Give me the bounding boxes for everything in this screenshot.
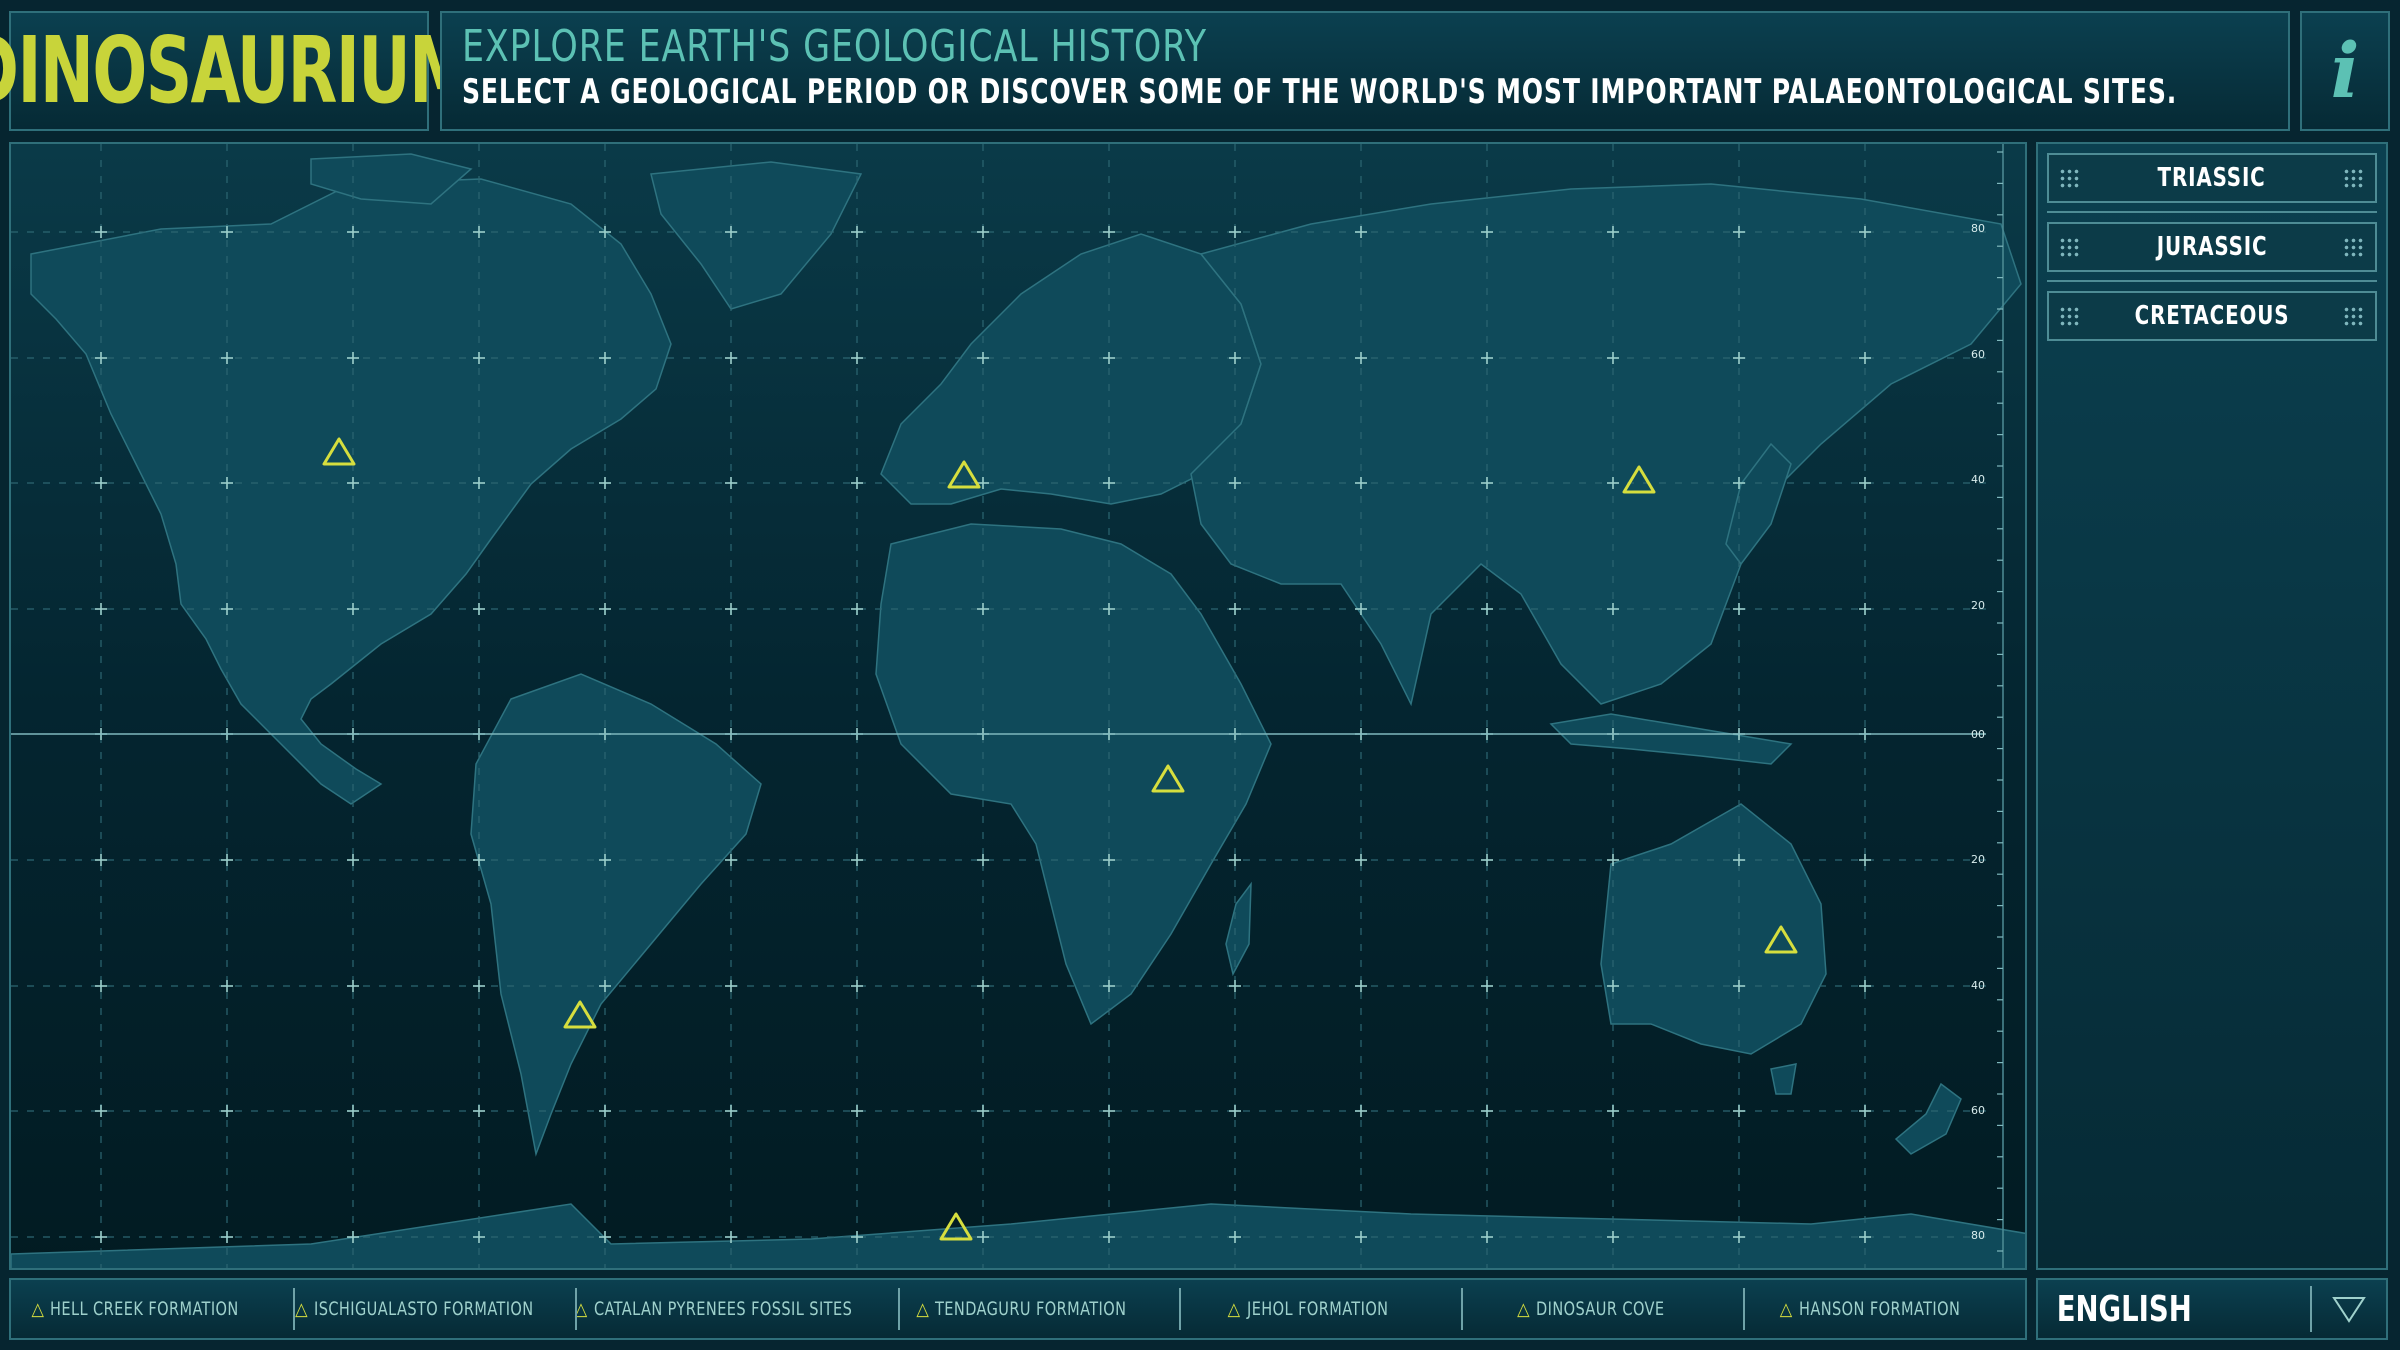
site-label: HELL CREEK FORMATION <box>50 1298 240 1320</box>
world-map[interactable]: 80 60 40 20 00 20 40 60 80 <box>9 142 2027 1270</box>
drag-handle-icon <box>2059 168 2081 190</box>
land-tasmania <box>1770 1063 1797 1095</box>
latitude-label: 00 <box>1971 728 1985 741</box>
latitude-label: 20 <box>1971 599 1985 612</box>
latitude-label: 80 <box>1971 222 1985 235</box>
drag-handle-icon <box>2343 306 2365 328</box>
latitude-label: 80 <box>1971 1229 1985 1242</box>
drag-handle-icon <box>2059 306 2081 328</box>
period-label: CRETACEOUS <box>2134 301 2290 331</box>
header-panel: EXPLORE EARTH'S GEOLOGICAL HISTORY SELEC… <box>440 11 2290 131</box>
site-link-jehol[interactable]: △ JEHOL FORMATION <box>1179 1280 1461 1338</box>
language-selector[interactable]: ENGLISH <box>2036 1278 2388 1340</box>
info-button[interactable]: i <box>2300 11 2390 131</box>
period-label: TRIASSIC <box>2157 163 2267 193</box>
divider <box>2047 280 2377 282</box>
triangle-outline-icon: △ <box>916 1298 930 1320</box>
latitude-label: 20 <box>1971 853 1985 866</box>
period-button-triassic[interactable]: TRIASSIC <box>2047 153 2377 203</box>
period-selector-panel: TRIASSIC JURASSIC CRETACEOUS <box>2036 142 2388 1270</box>
sites-bar: △ HELL CREEK FORMATION △ ISCHIGUALASTO F… <box>9 1278 2027 1340</box>
site-link-catalan-pyrenees[interactable]: △ CATALAN PYRENEES FOSSIL SITES <box>574 1280 898 1338</box>
triangle-outline-icon: △ <box>1227 1298 1241 1320</box>
period-label: JURASSIC <box>2156 232 2268 262</box>
dinosaurium-logo: DINOSAURIUM <box>0 17 474 124</box>
world-map-canvas: 80 60 40 20 00 20 40 60 80 <box>11 144 2025 1268</box>
site-label: ISCHIGUALASTO FORMATION <box>314 1298 534 1320</box>
triangle-outline-icon: △ <box>295 1298 309 1320</box>
latitude-label: 60 <box>1971 1104 1985 1117</box>
site-label: TENDAGURU FORMATION <box>935 1298 1127 1320</box>
page-title: EXPLORE EARTH'S GEOLOGICAL HISTORY <box>462 21 1207 72</box>
triangle-outline-icon: △ <box>574 1298 588 1320</box>
triangle-outline-icon: △ <box>31 1298 45 1320</box>
divider <box>2047 211 2377 213</box>
latitude-label: 40 <box>1971 473 1985 486</box>
triangle-outline-icon: △ <box>1779 1298 1793 1320</box>
site-link-tendaguru[interactable]: △ TENDAGURU FORMATION <box>897 1280 1180 1338</box>
period-button-cretaceous[interactable]: CRETACEOUS <box>2047 291 2377 341</box>
site-link-hanson[interactable]: △ HANSON FORMATION <box>1743 1280 2025 1338</box>
language-label: ENGLISH <box>2056 1288 2192 1330</box>
logo-panel: DINOSAURIUM <box>0 11 474 131</box>
latitude-label: 40 <box>1971 979 1985 992</box>
site-link-ischigualasto[interactable]: △ ISCHIGUALASTO FORMATION <box>292 1280 575 1338</box>
drag-handle-icon <box>2343 237 2365 259</box>
site-label: CATALAN PYRENEES FOSSIL SITES <box>593 1298 852 1320</box>
drag-handle-icon <box>2059 237 2081 259</box>
period-button-jurassic[interactable]: JURASSIC <box>2047 222 2377 272</box>
triangle-outline-icon: △ <box>1517 1298 1531 1320</box>
site-label: DINOSAUR COVE <box>1536 1298 1665 1320</box>
info-icon: i <box>2330 26 2360 115</box>
site-label: HANSON FORMATION <box>1798 1298 1960 1320</box>
site-label: JEHOL FORMATION <box>1246 1298 1389 1320</box>
chevron-down-icon[interactable] <box>2312 1295 2386 1323</box>
latitude-label: 60 <box>1971 348 1985 361</box>
drag-handle-icon <box>2343 168 2365 190</box>
site-link-dinosaur-cove[interactable]: △ DINOSAUR COVE <box>1461 1280 1743 1338</box>
site-link-hell-creek[interactable]: △ HELL CREEK FORMATION <box>11 1280 293 1338</box>
page-subtitle: SELECT A GEOLOGICAL PERIOD OR DISCOVER S… <box>462 72 2178 113</box>
